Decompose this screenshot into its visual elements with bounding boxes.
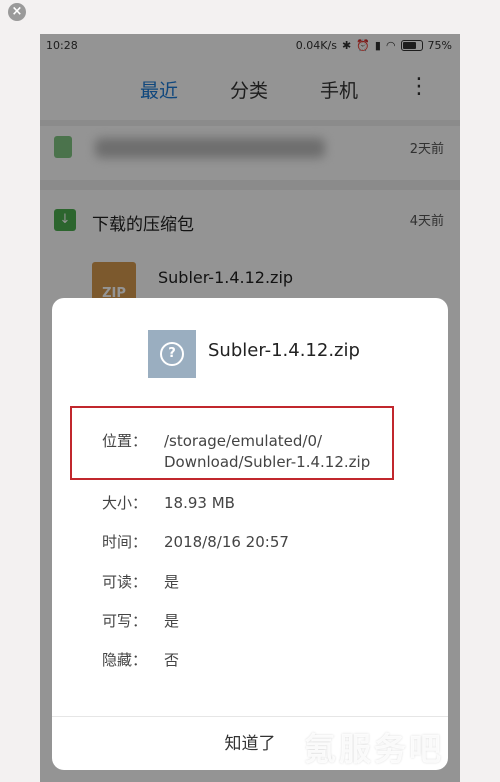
dialog-header: ? Subler-1.4.12.zip [52, 328, 448, 380]
location-value-line2[interactable]: Download/Subler-1.4.12.zip [164, 453, 370, 471]
phone-screen: 10:28 0.04K/s ✱ ⏰ ▮ ◠ 75% 最近 分类 手机 ⋮ 2天前… [40, 34, 460, 782]
readable-row: 可读： 是 [102, 571, 179, 592]
question-icon: ? [160, 342, 184, 366]
location-key: 位置： [102, 432, 148, 450]
file-info-dialog: ? Subler-1.4.12.zip 位置： /storage/emulated… [52, 298, 448, 770]
writable-row: 可写： 是 [102, 610, 179, 631]
time-key: 时间： [102, 533, 148, 551]
location-row-2: Download/Subler-1.4.12.zip [164, 453, 370, 471]
time-row: 时间： 2018/8/16 20:57 [102, 531, 289, 552]
dialog-file-name: Subler-1.4.12.zip [208, 340, 360, 361]
hidden-key: 隐藏： [102, 651, 148, 669]
size-row: 大小： 18.93 MB [102, 492, 235, 513]
time-value: 2018/8/16 20:57 [164, 533, 289, 551]
hidden-value: 否 [164, 651, 180, 669]
writable-value: 是 [164, 612, 180, 630]
size-key: 大小： [102, 494, 148, 512]
writable-key: 可写： [102, 612, 148, 630]
readable-value: 是 [164, 573, 180, 591]
location-value-line1[interactable]: /storage/emulated/0/ [164, 432, 322, 450]
location-row: 位置： /storage/emulated/0/ [102, 430, 322, 451]
readable-key: 可读： [102, 573, 148, 591]
watermark: 氪服务吧 [303, 730, 444, 768]
unknown-file-icon: ? [148, 330, 196, 378]
size-value: 18.93 MB [164, 494, 235, 512]
close-icon[interactable]: × [8, 3, 26, 21]
hidden-row: 隐藏： 否 [102, 649, 179, 670]
